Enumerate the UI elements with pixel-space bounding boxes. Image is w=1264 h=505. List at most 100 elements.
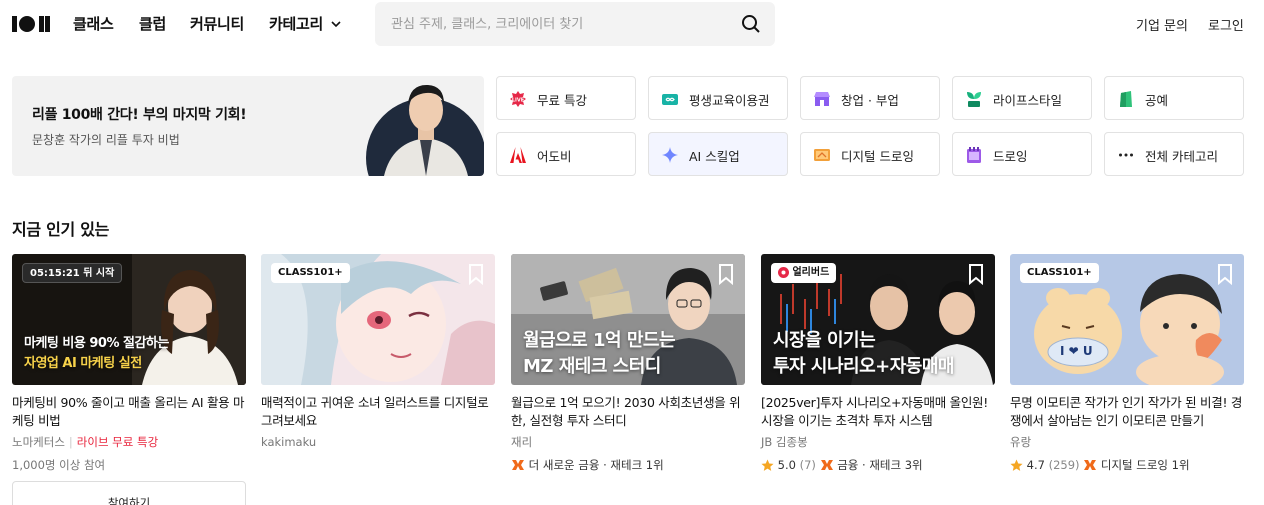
- early-bird-badge: 얼리버드: [771, 263, 837, 283]
- class101-plus-badge: CLASS101+: [1020, 263, 1099, 283]
- countdown-badge: 05:15:21 뒤 시작: [22, 263, 123, 283]
- card-thumbnail[interactable]: 얼리버드 시장을 이기는 투자 시나리오+자동매매: [761, 254, 995, 385]
- card-thumbnail[interactable]: CLASS101+ I ❤ U: [1010, 254, 1244, 385]
- thumbnail-caption-2: 투자 시나리오+자동매매: [773, 356, 954, 377]
- card-title[interactable]: 매력적이고 귀여운 소녀 일러스트를 디지털로 그려보세요: [261, 394, 495, 430]
- category-startup[interactable]: 창업 · 부업: [800, 76, 940, 120]
- tablet-icon: [814, 149, 830, 161]
- ranking-icon: [1084, 460, 1097, 470]
- sticker-text: I ❤ U: [1060, 344, 1093, 358]
- class-card[interactable]: CLASS101+ I ❤ U 무명 이모티콘 작가가 인기 작가가 된 비결!…: [1010, 254, 1244, 473]
- category-label: 라이프스타일: [993, 93, 1063, 108]
- chevron-down-icon: [331, 21, 341, 28]
- review-count: (259): [1048, 458, 1080, 472]
- join-button[interactable]: 참여하기: [12, 481, 246, 505]
- early-bird-label: 얼리버드: [792, 267, 830, 278]
- card-rating-row: 5.0 (7) 금융 · 재테크 3위: [761, 457, 995, 473]
- card-meta: JB 김종봉: [761, 434, 995, 450]
- search-box: [375, 2, 775, 46]
- review-count: (7): [799, 458, 816, 472]
- rating-value: 5.0: [777, 458, 796, 472]
- svg-text:LIVE: LIVE: [512, 98, 525, 104]
- class101-logo[interactable]: [12, 14, 50, 34]
- craft-icon: [1120, 91, 1132, 107]
- business-inquiry-link[interactable]: 기업 문의: [1136, 15, 1188, 34]
- card-meta: 유랑: [1010, 434, 1244, 450]
- category-label: 전체 카테고리: [1145, 149, 1218, 164]
- card-title[interactable]: 무명 이모티콘 작가가 인기 작가가 된 비결! 경쟁에서 살아남는 인기 이모…: [1010, 394, 1244, 430]
- top-header: 클래스 클럽 커뮤니티 카테고리 기업 문의 로그인: [0, 0, 1264, 48]
- card-thumbnail[interactable]: 05:15:21 뒤 시작 마케팅 비용 90% 절감하는 자영업 AI 마케팅…: [12, 254, 246, 385]
- thumbnail-caption-1: 월급으로 1억 만드는: [523, 330, 676, 351]
- card-title[interactable]: 월급으로 1억 모으기! 2030 사회초년생을 위한, 실전형 투자 스터디: [511, 394, 745, 430]
- search-icon[interactable]: [741, 14, 761, 34]
- category-digital-drawing[interactable]: 디지털 드로잉: [800, 132, 940, 176]
- live-tag: 라이브 무료 특강: [76, 435, 159, 449]
- nav-category-label: 카테고리: [269, 15, 324, 33]
- creator-portrait: [366, 84, 484, 176]
- card-thumbnail[interactable]: 월급으로 1억 만드는 MZ 재테크 스터디: [511, 254, 745, 385]
- card-author: 재리: [511, 435, 533, 449]
- search-input[interactable]: [391, 2, 731, 46]
- category-label: 드로잉: [993, 149, 1028, 164]
- category-all[interactable]: 전체 카테고리: [1104, 132, 1244, 176]
- ranking-label: 더 새로운 금융 · 재테크 1위: [528, 458, 664, 472]
- card-meta: 노마케터스 | 라이브 무료 특강: [12, 434, 246, 450]
- nav-club[interactable]: 클럽: [139, 13, 166, 34]
- card-ranking: 더 새로운 금융 · 재테크 1위: [511, 457, 745, 473]
- ranking-icon: [512, 460, 524, 470]
- category-adobe[interactable]: 어도비: [496, 132, 636, 176]
- card-author: kakimaku: [261, 435, 317, 449]
- section-title: 지금 인기 있는: [12, 220, 110, 239]
- card-title[interactable]: [2025ver]투자 시나리오+자동매매 올인원! 시장을 이기는 초격차 투…: [761, 394, 995, 430]
- class-card[interactable]: 얼리버드 시장을 이기는 투자 시나리오+자동매매 [2025ver]투자 시나…: [761, 254, 995, 473]
- bookmark-icon[interactable]: [1216, 263, 1234, 285]
- adobe-icon: [510, 147, 526, 163]
- bookmark-icon[interactable]: [467, 263, 485, 285]
- category-free-lecture[interactable]: LIVE 무료 특강: [496, 76, 636, 120]
- category-label: 평생교육이용권: [689, 93, 770, 108]
- more-icon: [1119, 153, 1133, 157]
- category-label: AI 스킬업: [689, 149, 740, 164]
- card-meta: kakimaku: [261, 434, 495, 450]
- class-card[interactable]: 월급으로 1억 만드는 MZ 재테크 스터디 월급으로 1억 모으기! 2030…: [511, 254, 745, 473]
- voucher-icon: [662, 94, 678, 105]
- category-label: 창업 · 부업: [841, 93, 899, 108]
- thumbnail-caption-2: 자영업 AI 마케팅 실전: [24, 356, 142, 371]
- promo-banner[interactable]: 리플 100배 간다! 부의 마지막 기회! 문창훈 작가의 리플 투자 비법: [12, 76, 484, 176]
- card-meta: 재리: [511, 434, 745, 450]
- category-drawing[interactable]: 드로잉: [952, 132, 1092, 176]
- free-lecture-icon: LIVE: [510, 91, 526, 107]
- bookmark-icon[interactable]: [717, 263, 735, 285]
- rating-value: 4.7: [1026, 458, 1045, 472]
- category-craft[interactable]: 공예: [1104, 76, 1244, 120]
- ranking-label: 금융 · 재테크 3위: [837, 458, 923, 472]
- class-card[interactable]: CLASS101+ 매력적이고 귀여운 소녀 일러스트를 디지털로 그려보세요 …: [261, 254, 495, 450]
- category-label: 어도비: [537, 149, 572, 164]
- sparkle-icon: [662, 147, 678, 163]
- thumbnail-caption-2: MZ 재테크 스터디: [523, 356, 661, 377]
- category-label: 공예: [1145, 93, 1169, 108]
- category-lifestyle[interactable]: 라이프스타일: [952, 76, 1092, 120]
- class-card[interactable]: 05:15:21 뒤 시작 마케팅 비용 90% 절감하는 자영업 AI 마케팅…: [12, 254, 246, 473]
- category-label: 디지털 드로잉: [841, 149, 914, 164]
- ranking-label: 디지털 드로잉 1위: [1100, 458, 1190, 472]
- meta-divider: |: [68, 435, 73, 449]
- card-thumbnail[interactable]: CLASS101+: [261, 254, 495, 385]
- card-title[interactable]: 마케팅비 90% 줄이고 매출 올리는 AI 활용 마케팅 비법: [12, 394, 246, 430]
- bookmark-icon[interactable]: [967, 263, 985, 285]
- nav-classes[interactable]: 클래스: [73, 13, 114, 34]
- card-author: JB 김종봉: [761, 435, 808, 449]
- category-voucher[interactable]: 평생교육이용권: [648, 76, 788, 120]
- participant-count: 1,000명 이상 참여: [12, 458, 106, 472]
- star-icon: [761, 459, 774, 471]
- nav-category[interactable]: 카테고리: [269, 13, 342, 34]
- thumbnail-caption-1: 시장을 이기는: [773, 330, 876, 351]
- early-bird-icon: [778, 267, 789, 278]
- class101-plus-badge: CLASS101+: [271, 263, 350, 283]
- nav-community[interactable]: 커뮤니티: [190, 13, 244, 34]
- category-ai-skillup[interactable]: AI 스킬업: [648, 132, 788, 176]
- banner-subtitle: 문창훈 작가의 리플 투자 비법: [32, 133, 180, 147]
- card-author: 유랑: [1010, 435, 1032, 449]
- login-link[interactable]: 로그인: [1208, 15, 1244, 34]
